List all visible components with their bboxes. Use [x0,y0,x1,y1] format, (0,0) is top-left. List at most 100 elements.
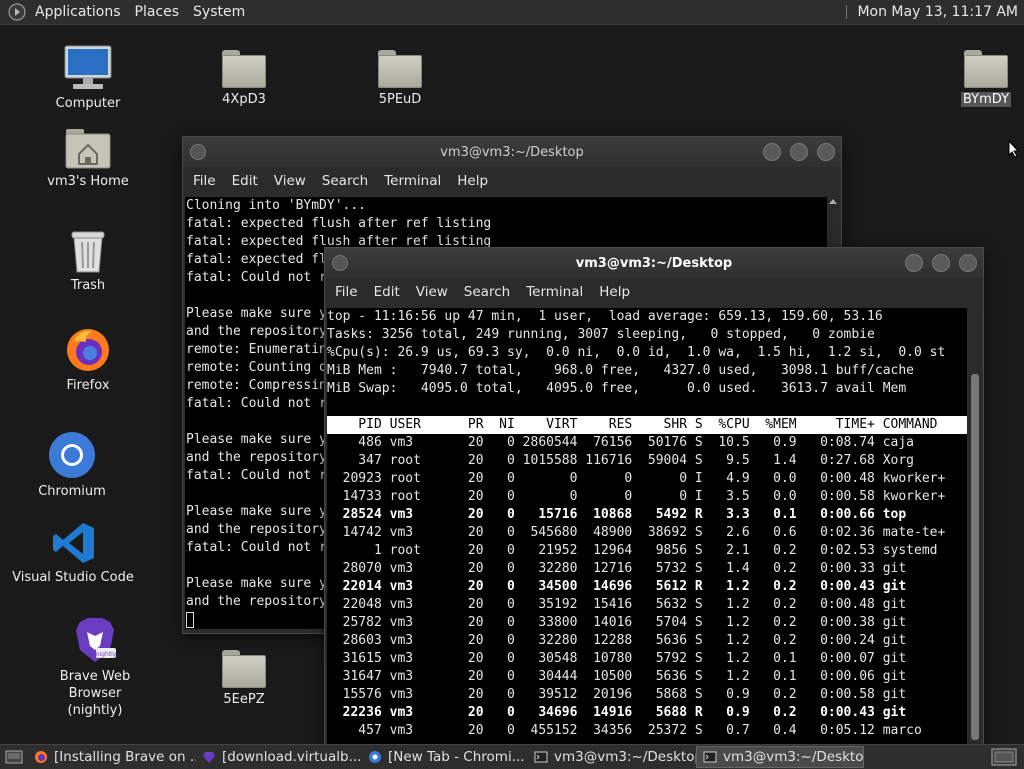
process-row: 22014 vm3 20 0 34500 14696 5612 R 1.2 0.… [327,579,907,594]
menu-bar: File Edit View Search Terminal Help [183,167,841,195]
nightly-badge: nightly [96,651,117,658]
terminal-cursor [186,612,194,628]
process-row: 28070 vm3 20 0 32280 12716 5732 S 1.4 0.… [327,561,907,576]
taskbar-item-label: [Installing Brave on ... [54,749,196,765]
desktop-icon-label: Visual Studio Code [12,570,134,585]
taskbar-item-terminal-2[interactable]: vm3@vm3:~/Desktop [696,746,864,768]
scrollbar[interactable] [969,308,981,744]
process-row: 15576 vm3 20 0 39512 20196 5868 S 0.9 0.… [327,687,907,702]
process-row: 22236 vm3 20 0 34696 14916 5688 R 0.9 0.… [327,705,907,720]
home-folder-icon [65,129,111,169]
terminal-line: fatal: expected flush after ref listing [186,216,492,231]
menu-file[interactable]: File [327,284,366,300]
menu-terminal[interactable]: Terminal [518,284,591,300]
taskbar-item-brave-install[interactable]: [Installing Brave on ... [28,746,196,768]
window-menu-icon[interactable] [332,255,348,271]
taskbar-item-terminal-1[interactable]: vm3@vm3:~/Desktop [528,746,696,768]
terminal-line: Cloning into 'BYmDY'... [186,198,367,213]
desktop-icon-label: 4XpD3 [222,92,266,107]
maximize-button[interactable] [790,143,808,161]
desktop-icon-chromium[interactable]: Chromium [12,430,132,499]
desktop-icon-label: 5EePZ [223,692,265,707]
taskbar-item-label: vm3@vm3:~/Desktop [554,749,696,765]
scroll-up-arrow-icon[interactable] [829,199,837,204]
menu-view[interactable]: View [266,173,314,189]
taskbar-item-virtualbox-download[interactable]: [download.virtualb... [196,746,362,768]
taskbar-item-chromium-newtab[interactable]: [New Tab - Chromi... [362,746,528,768]
desktop-icon-trash[interactable]: Trash [28,228,148,293]
menu-search[interactable]: Search [456,284,518,300]
top-summary-line: Tasks: 3256 total, 249 running, 3007 sle… [327,327,875,342]
desktop-icon-firefox[interactable]: Firefox [28,326,148,393]
show-desktop-icon [5,750,23,764]
menu-help[interactable]: Help [591,284,638,300]
trash-icon [71,231,105,273]
computer-icon [64,45,112,89]
menu-view[interactable]: View [408,284,456,300]
brave-nightly-icon [203,752,215,763]
close-button[interactable] [817,143,835,161]
chromium-icon [49,432,95,478]
clock[interactable]: Mon May 13, 11:17 AM [857,4,1024,20]
window-title: vm3@vm3:~/Desktop [575,255,733,271]
terminal-window-front[interactable]: vm3@vm3:~/Desktop File Edit View Search … [324,247,984,746]
desktop-icon-label: BYmDY [960,92,1012,107]
show-desktop-button[interactable] [0,746,28,768]
menu-bar: File Edit View Search Terminal Help [325,278,983,306]
maximize-button[interactable] [932,254,950,272]
folder-icon [222,650,266,688]
top-output[interactable]: top - 11:16:56 up 47 min, 1 user, load a… [327,308,967,744]
close-button[interactable] [959,254,977,272]
process-row: 28603 vm3 20 0 32280 12288 5636 S 1.2 0.… [327,633,907,648]
folder-icon [378,50,422,88]
brave-nightly-icon: nightly [76,618,117,662]
process-row: 14733 root 20 0 0 0 0 I 3.5 0.0 0:00.58 … [327,489,946,504]
taskbar-item-label: [download.virtualb... [222,749,362,765]
desktop-icon-home[interactable]: vm3's Home [28,128,148,189]
top-summary-line: MiB Mem : 7940.7 total, 968.0 free, 4327… [327,363,914,378]
desktop-folder-5peud[interactable]: 5PEuD [340,50,460,107]
desktop-icon-label: Firefox [66,378,110,393]
process-row: 1 root 20 0 21952 12964 9856 S 2.1 0.2 0… [327,543,938,558]
workspace-switcher[interactable] [984,746,1024,768]
desktop-icon-vscode[interactable]: Visual Studio Code [12,520,134,585]
window-titlebar[interactable]: vm3@vm3:~/Desktop [325,248,983,278]
scrollbar-thumb[interactable] [971,374,979,740]
menu-search[interactable]: Search [314,173,376,189]
top-panel: Applications Places System Mon May 13, 1… [0,0,1024,25]
folder-icon [222,50,266,88]
places-menu[interactable]: Places [128,4,187,20]
top-summary-line: MiB Swap: 4095.0 total, 4095.0 free, 0.0… [327,381,907,396]
desktop-icon-computer[interactable]: Computer [28,44,148,111]
desktop-icon-label: Computer [55,96,121,111]
system-menu[interactable]: System [186,4,252,20]
desktop-folder-bymdy[interactable]: BYmDY [926,50,1024,107]
desktop-icon-brave[interactable]: nightly Brave Web Browser (nightly) [34,616,156,719]
window-menu-icon[interactable] [190,144,206,160]
process-row: 31615 vm3 20 0 30548 10780 5792 S 1.2 0.… [327,651,907,666]
minimize-button[interactable] [905,254,923,272]
process-row: 22048 vm3 20 0 35192 15416 5632 S 1.2 0.… [327,597,907,612]
vscode-icon [53,523,94,563]
process-row: 20923 root 20 0 0 0 0 I 4.9 0.0 0:00.48 … [327,471,946,486]
menu-file[interactable]: File [185,173,224,189]
menu-help[interactable]: Help [449,173,496,189]
desktop-icon-label: vm3's Home [47,174,129,189]
mate-logo-icon[interactable] [8,3,26,21]
process-row: 486 vm3 20 0 2860544 76156 50176 S 10.5 … [327,435,914,450]
mouse-pointer-icon [1008,140,1020,158]
taskbar-item-label: [New Tab - Chromi... [388,749,525,765]
desktop-folder-4xpd3[interactable]: 4XpD3 [184,50,304,107]
workspace-icon [991,748,1017,766]
menu-edit[interactable]: Edit [224,173,266,189]
window-titlebar[interactable]: vm3@vm3:~/Desktop [183,137,841,167]
process-table-header: PID USER PR NI VIRT RES SHR S %CPU %MEM … [327,416,967,434]
process-row: 457 vm3 20 0 455152 34356 25372 S 0.7 0.… [327,723,922,738]
menu-edit[interactable]: Edit [366,284,408,300]
minimize-button[interactable] [763,143,781,161]
terminal-icon [703,751,717,763]
desktop-folder-5eepz[interactable]: 5EePZ [184,650,304,707]
applications-menu[interactable]: Applications [28,4,128,20]
menu-terminal[interactable]: Terminal [376,173,449,189]
